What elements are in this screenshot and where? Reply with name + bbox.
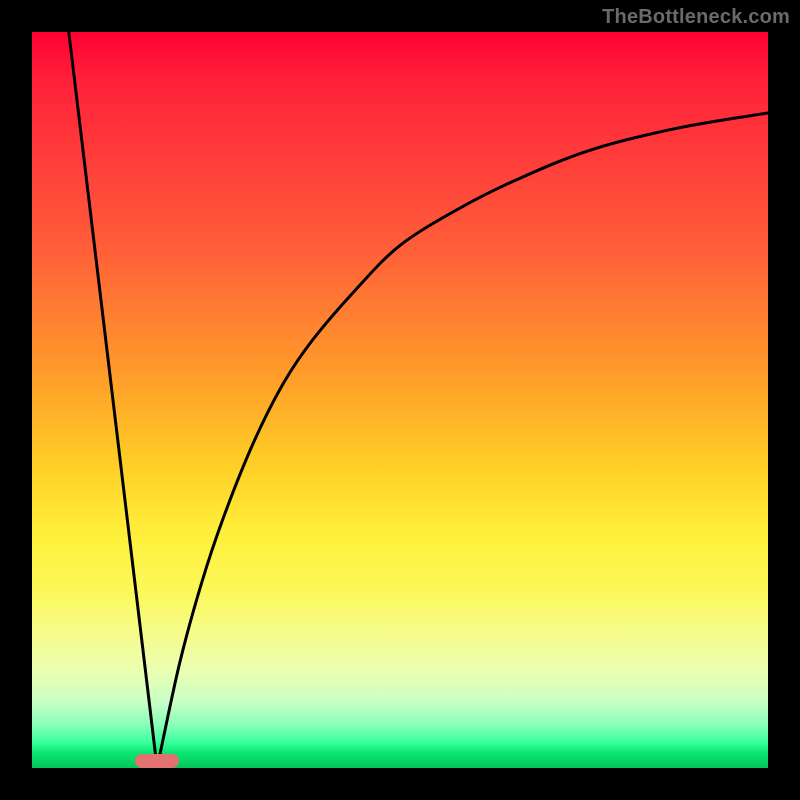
chart-frame: TheBottleneck.com (0, 0, 800, 800)
curve-left-segment (69, 32, 157, 768)
curve-layer (32, 32, 768, 768)
curve-right-segment (157, 113, 768, 768)
watermark-text: TheBottleneck.com (602, 6, 790, 29)
bottleneck-marker (135, 754, 179, 768)
plot-area (32, 32, 768, 768)
